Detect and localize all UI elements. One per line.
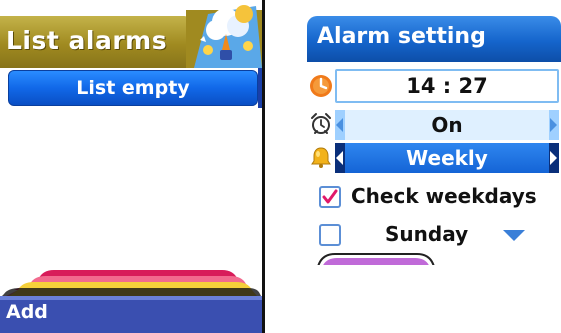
next-option-arrow[interactable]	[549, 110, 559, 140]
time-input[interactable]: 14 : 27	[335, 69, 559, 103]
repeat-selector[interactable]: Weekly	[335, 143, 559, 173]
softkey-tab-edge	[317, 253, 435, 265]
list-alarms-screen: List alarms List empty Add	[0, 0, 265, 333]
clock-icon	[310, 75, 332, 97]
page-title: Alarm setting	[317, 24, 486, 49]
alarm-state-value: On	[431, 113, 463, 137]
page-title: List alarms	[6, 26, 168, 55]
bell-icon	[311, 147, 331, 168]
scrollbar[interactable]	[258, 68, 262, 108]
time-value: 14 : 27	[406, 74, 488, 98]
alarm-clock-icon	[311, 113, 331, 134]
alarm-state-selector[interactable]: On	[335, 110, 559, 140]
next-option-arrow[interactable]	[549, 143, 559, 173]
weekday-label: Sunday	[385, 222, 469, 246]
list-alarms-header: List alarms	[0, 0, 262, 68]
repeat-value: Weekly	[406, 146, 488, 170]
screenshot-scene: List alarms List empty Add Alarm setting…	[0, 0, 561, 333]
list-item-label: List empty	[76, 77, 190, 99]
check-weekdays-label: Check weekdays	[351, 184, 537, 208]
add-softkey[interactable]: Add	[6, 301, 48, 323]
alarm-list-item-empty[interactable]: List empty	[8, 70, 258, 106]
weather-decoration-icon	[186, 5, 262, 68]
sunday-checkbox[interactable]	[319, 224, 341, 246]
chevron-down-icon[interactable]	[503, 230, 525, 242]
alarm-setting-screen: Alarm setting 14 : 27 On Weekly Check we…	[307, 0, 561, 265]
checkmark-icon	[322, 189, 338, 204]
check-weekdays-checkbox[interactable]	[319, 186, 341, 208]
